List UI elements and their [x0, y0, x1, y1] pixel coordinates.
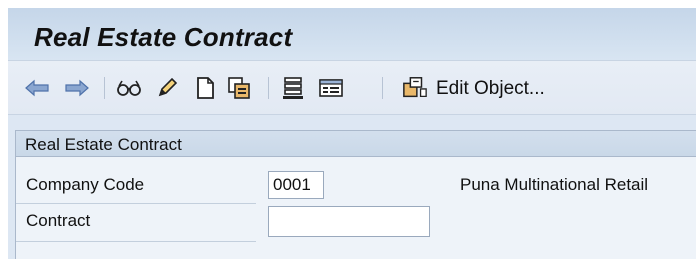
company-code-label: Company Code — [26, 175, 145, 194]
glasses-display-icon[interactable] — [116, 75, 142, 101]
back-arrow-icon[interactable] — [24, 75, 50, 101]
contract-input[interactable] — [268, 206, 430, 237]
title-bar: Real Estate Contract — [8, 8, 696, 60]
company-name-text: Puna Multinational Retail — [460, 175, 649, 194]
toolbar-separator — [268, 77, 269, 99]
forward-arrow-icon[interactable] — [64, 75, 90, 101]
real-estate-contract-group: Real Estate Contract Company Code Puna M… — [15, 130, 696, 259]
pencil-change-icon[interactable] — [154, 75, 180, 101]
page-title: Real Estate Contract — [34, 22, 293, 52]
new-document-icon[interactable] — [192, 75, 218, 101]
copy-icon[interactable] — [226, 75, 252, 101]
contract-label: Contract — [26, 211, 91, 230]
overview-icon[interactable] — [318, 75, 344, 101]
group-title: Real Estate Contract — [25, 135, 182, 154]
toolbar-separator — [104, 77, 105, 99]
main-content: Real Estate Contract Company Code Puna M… — [8, 115, 696, 259]
field-divider — [16, 241, 256, 242]
field-divider — [16, 203, 256, 204]
company-code-input[interactable] — [268, 171, 324, 199]
toolbar-separator — [382, 77, 383, 99]
edit-object-button[interactable]: Edit Object... — [436, 78, 545, 100]
group-header: Real Estate Contract — [16, 131, 696, 157]
list-icon[interactable] — [280, 75, 306, 101]
edit-object-icon[interactable] — [402, 75, 428, 101]
application-toolbar: Edit Object... — [8, 60, 696, 115]
